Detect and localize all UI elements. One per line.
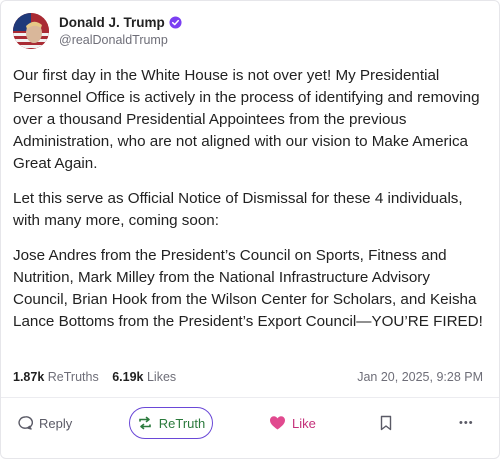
post-body: Our first day in the White House is not … [13,65,483,346]
reply-button[interactable]: Reply [17,407,72,439]
retruth-icon [138,416,151,430]
heart-icon [270,416,285,430]
like-button[interactable]: Like [269,407,316,439]
bookmark-button[interactable] [379,407,399,439]
divider [1,397,499,398]
account-handle[interactable]: @realDonaldTrump [59,33,182,47]
reply-icon [18,416,33,430]
like-label: Like [292,415,316,431]
post-card: Donald J. Trump @realDonaldTrump Our fir… [0,0,500,459]
verified-badge-icon [169,16,182,29]
post-paragraph: Jose Andres from the President’s Council… [13,247,483,330]
retruths-stat[interactable]: 1.87k ReTruths [13,370,99,384]
likes-label: Likes [146,370,177,384]
retruth-button[interactable]: ReTruth [129,407,213,439]
retruth-label: ReTruth [158,415,206,431]
post-paragraph: Our first day in the White House is not … [13,67,480,172]
post-header: Donald J. Trump @realDonaldTrump [13,13,182,49]
retruths-count: 1.87k [13,370,45,384]
avatar[interactable] [13,13,49,49]
more-options-button[interactable]: ••• [459,407,474,439]
likes-stat[interactable]: 6.19k Likes [112,370,176,384]
action-bar: Reply ReTruth Like ••• [1,403,499,441]
post-paragraph: Let this serve as Official Notice of Dis… [13,190,463,229]
avatar-image [13,13,49,49]
retruths-label: ReTruths [47,370,99,384]
likes-count: 6.19k [112,370,144,384]
reply-label: Reply [39,415,73,431]
post-timestamp[interactable]: Jan 20, 2025, 9:28 PM [357,370,483,384]
display-name[interactable]: Donald J. Trump [59,15,165,30]
more-icon: ••• [459,417,474,429]
post-stats: 1.87k ReTruths 6.19k Likes Jan 20, 2025,… [13,370,483,384]
bookmark-icon [380,415,392,431]
